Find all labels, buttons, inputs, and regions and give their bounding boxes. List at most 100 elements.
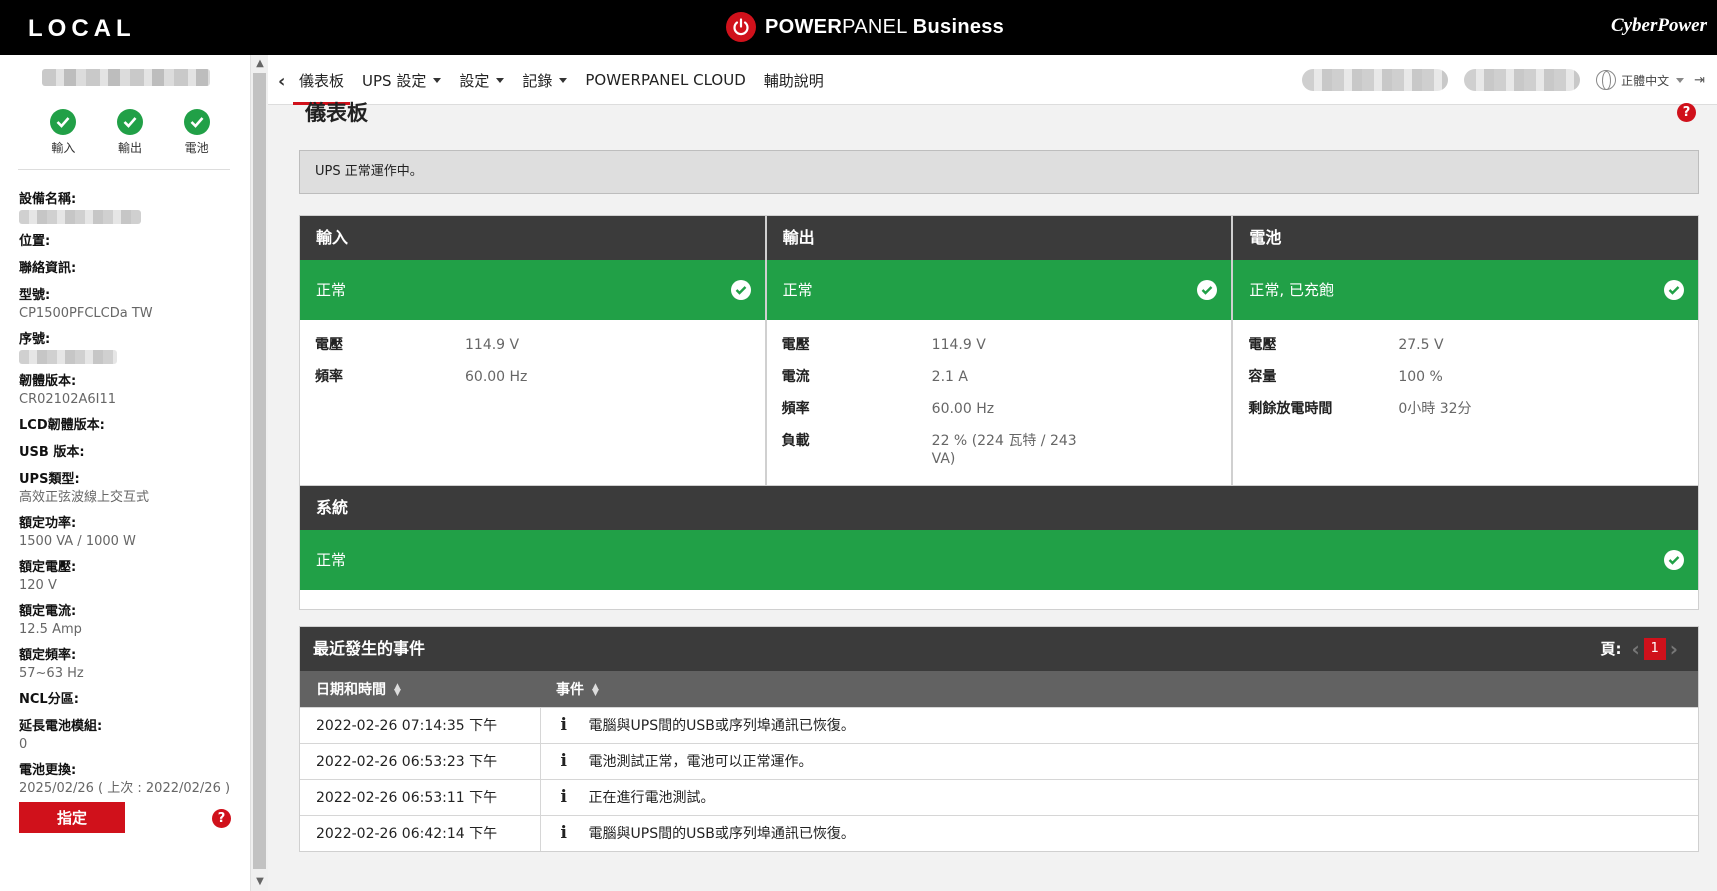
host-name-redacted	[42, 69, 210, 86]
metrics-list: 電壓 27.5 V 容量 100 % 剩餘放電時間 0小時 32分	[1233, 320, 1698, 418]
caret-down-icon	[1676, 77, 1685, 83]
metric-row: 頻率 60.00 Hz	[781, 401, 995, 417]
logout-icon[interactable]: ⇥	[1694, 73, 1705, 88]
info-ncl-zone: NCL分區:	[19, 692, 79, 707]
status-alert: UPS 正常運作中。	[299, 150, 1699, 194]
caret-down-icon	[559, 77, 568, 83]
nav-settings[interactable]: 設定	[459, 55, 505, 105]
column-header-event[interactable]: 事件 ▲ ▼	[540, 671, 1698, 707]
check-icon	[1197, 280, 1218, 300]
check-icon	[1664, 550, 1684, 570]
top-bar: LOCAL POWERPANEL Business CyberPower	[0, 0, 1717, 55]
panel-status: 正常	[300, 530, 1698, 590]
status-input: 輸入	[30, 109, 97, 156]
metric-row: 電壓 114.9 V	[781, 337, 986, 353]
info-serial: 序號:	[19, 331, 241, 364]
info-ups-type: UPS類型: 高效正弦波線上交互式	[19, 472, 150, 505]
column-header-datetime[interactable]: 日期和時間 ▲ ▼	[300, 671, 540, 707]
metric-row: 電流 2.1 A	[781, 369, 968, 385]
host-redacted[interactable]	[1464, 69, 1581, 91]
info-usb-version: USB 版本:	[19, 445, 85, 460]
chevron-right-icon[interactable]: ›	[1670, 627, 1678, 671]
metric-row: 電壓 27.5 V	[1248, 337, 1444, 353]
metric-row: 頻率 60.00 Hz	[315, 369, 528, 385]
help-icon[interactable]: ?	[1677, 103, 1696, 122]
recent-events: 最近發生的事件 頁: ‹ 1 › 日期和時間 ▲ ▼ 事件 ▲ ▼ 2022-02-26…	[299, 626, 1699, 852]
assign-button[interactable]: 指定	[19, 802, 125, 833]
divider	[18, 169, 230, 170]
nav-powerpanel-cloud[interactable]: POWERPANEL CLOUD	[585, 55, 745, 105]
check-icon	[1664, 280, 1685, 300]
cyberpower-logo: CyberPower	[1610, 15, 1707, 36]
powerpanel-logo: POWERPANEL Business	[726, 10, 1004, 44]
info-icon: i	[560, 787, 567, 807]
help-icon[interactable]: ?	[212, 809, 231, 828]
metrics-list: 電壓 114.9 V 電流 2.1 A 頻率 60.00 Hz 負載 22 % …	[767, 320, 1232, 468]
nav-ups-settings[interactable]: UPS 設定	[362, 55, 442, 105]
check-icon	[117, 109, 143, 135]
scroll-up-icon[interactable]: ▲	[254, 58, 266, 70]
info-icon: i	[560, 751, 567, 771]
scroll-down-icon[interactable]: ▼	[254, 876, 266, 888]
table-row: 2022-02-26 06:53:11 下午 i 正在進行電池測試。	[300, 778, 1698, 815]
info-model: 型號: CP1500PFCLCDa TW	[19, 288, 153, 321]
info-extended-battery: 延長電池模組: 0	[19, 719, 103, 752]
sort-icon: ▲ ▼	[394, 681, 401, 698]
panel-status: 正常	[766, 260, 1232, 320]
status-label: 輸入	[51, 141, 76, 155]
serial-redacted	[19, 350, 117, 364]
product-name: POWERPANEL Business	[765, 15, 1005, 38]
sort-icon: ▲ ▼	[592, 681, 599, 698]
status-output: 輸出	[97, 109, 164, 156]
chevron-left-icon[interactable]: ‹	[278, 71, 285, 92]
info-rated-voltage: 額定電壓: 120 V	[19, 560, 77, 593]
check-icon	[730, 280, 751, 300]
table-row: 2022-02-26 06:53:23 下午 i 電池測試正常，電池可以正常運作。	[300, 742, 1698, 779]
panel-system: 系統 正常	[299, 485, 1699, 610]
check-icon	[50, 109, 77, 135]
panel-output: 輸出 正常 電壓 114.9 V 電流 2.1 A 頻率 60.00 Hz 負載…	[766, 216, 1234, 485]
language-selector[interactable]: 正體中文	[1596, 70, 1685, 90]
panel-status: 正常	[300, 260, 765, 320]
nav-help[interactable]: 輔助說明	[764, 55, 824, 105]
info-location: 位置:	[19, 234, 51, 249]
info-rated-frequency: 額定頻率: 57~63 Hz	[19, 648, 84, 681]
page-number-current[interactable]: 1	[1643, 638, 1666, 660]
status-panels: 輸入 正常 電壓 114.9 V 頻率 60.00 Hz 輸出 正常 電壓 11…	[299, 215, 1699, 486]
nav-bar: ‹ 儀表板 UPS 設定 設定 記錄 POWERPANEL CLOUD 輔助說明…	[268, 55, 1717, 105]
info-icon: i	[560, 823, 567, 844]
device-info-list: 設備名稱: 位置: 聯絡資訊: 型號: CP1500PFCLCDa TW 序號:…	[19, 191, 241, 806]
info-contact: 聯絡資訊:	[19, 261, 77, 276]
status-battery: 電池	[163, 109, 230, 156]
user-redacted[interactable]	[1302, 69, 1449, 91]
metric-row: 負載 22 % (224 瓦特 / 243 VA)	[781, 433, 1077, 467]
panel-input: 輸入 正常 電壓 114.9 V 頻率 60.00 Hz	[300, 216, 767, 485]
events-header: 最近發生的事件 頁: ‹ 1 ›	[300, 627, 1698, 671]
metric-row: 電壓 114.9 V	[315, 337, 520, 353]
page-title: 儀表板	[305, 101, 368, 125]
status-label: 電池	[184, 141, 209, 155]
status-label: 輸出	[118, 141, 143, 155]
panel-status: 正常, 已充飽	[1233, 260, 1699, 320]
device-name-redacted	[19, 210, 141, 224]
scrollbar-thumb[interactable]	[253, 73, 266, 869]
nav-logs[interactable]: 記錄	[522, 55, 568, 105]
info-firmware: 韌體版本: CR02102A6I11	[19, 374, 117, 407]
nav-right: 正體中文 ⇥	[1302, 55, 1717, 105]
chevron-left-icon[interactable]: ‹	[1632, 627, 1640, 671]
status-summary: 輸入 輸出 電池	[30, 109, 230, 156]
panel-battery: 電池 正常, 已充飽 電壓 27.5 V 容量 100 % 剩餘放電時間 0小時…	[1233, 216, 1699, 485]
check-icon	[183, 109, 210, 135]
metric-row: 容量 100 %	[1248, 369, 1443, 385]
info-battery-replacement: 電池更換: 2025/02/26 ( 上次 : 2022/02/26 )	[19, 763, 231, 796]
panel-title: 輸出	[766, 216, 1232, 260]
pagination: 頁: ‹ 1 ›	[1601, 627, 1683, 671]
panel-title: 輸入	[300, 216, 765, 260]
caret-down-icon	[496, 77, 505, 83]
caret-down-icon	[433, 77, 442, 83]
nav-menu: 儀表板 UPS 設定 設定 記錄 POWERPANEL CLOUD 輔助說明	[292, 55, 842, 105]
device-sidebar: 輸入 輸出 電池 設備名稱: 位置: 聯絡資訊: 型號: CP1500PFCLC…	[0, 55, 250, 891]
sidebar-scrollbar[interactable]: ▲ ▼	[250, 55, 268, 891]
info-rated-power: 額定功率: 1500 VA / 1000 W	[19, 516, 136, 549]
panel-title: 電池	[1233, 216, 1699, 260]
